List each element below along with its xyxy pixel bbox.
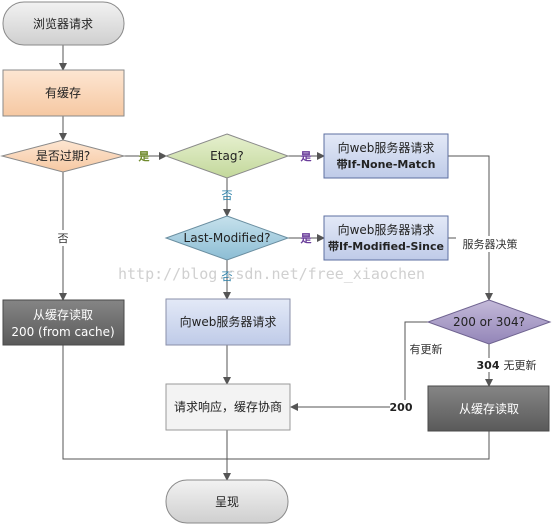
edge-label-no-1: 否: [58, 232, 69, 245]
node-start-label: 浏览器请求: [33, 16, 93, 31]
edge-label-updated: 有更新: [410, 342, 443, 356]
node-expired-label: 是否过期?: [36, 149, 90, 163]
flowchart: 浏览器请求 有缓存 是否过期? Etag? 向web服务器请求 带If-None…: [0, 0, 554, 528]
node-req-mod-since-line1: 向web服务器请求: [338, 222, 435, 237]
node-req-mod-since-line2: 带If-Modified-Since: [328, 239, 444, 253]
edge-label-304: 304: [477, 359, 500, 372]
edge-label-200: 200: [390, 401, 413, 414]
node-read-cache-line2: 200 (from cache): [11, 325, 114, 339]
edge-label-not-updated: 无更新: [504, 358, 537, 372]
node-req-none-match-line2: 带If-None-Match: [337, 157, 436, 171]
node-req-none-match-line1: 向web服务器请求: [338, 140, 435, 155]
node-status-check-label: 200 or 304?: [453, 315, 525, 329]
node-read-cache-304-label: 从缓存读取: [459, 402, 519, 416]
edge-none-match-to-decision: [448, 155, 490, 300]
edge-label-yes-2: 是: [300, 150, 313, 163]
node-etag-label: Etag?: [210, 149, 244, 163]
edge-read-cache-304-to-merge: [227, 431, 490, 460]
node-response-label: 请求响应，缓存协商: [174, 399, 282, 414]
edge-label-no-2: 否: [222, 189, 233, 202]
node-read-cache-line1: 从缓存读取: [33, 308, 93, 322]
node-has-cache-label: 有缓存: [45, 86, 81, 100]
node-end-label: 呈现: [215, 495, 239, 509]
watermark: http://blog.csdn.net/free_xiaochen: [118, 265, 425, 283]
edge-label-yes-3: 是: [300, 232, 313, 245]
node-last-modified-label: Last-Modified?: [184, 231, 271, 245]
edge-label-yes-1: 是: [138, 150, 151, 163]
edge-label-server-decides: 服务器决策: [463, 237, 518, 251]
node-req-server-label: 向web服务器请求: [180, 314, 277, 329]
edge-decision-200-to-response: [290, 321, 430, 411]
